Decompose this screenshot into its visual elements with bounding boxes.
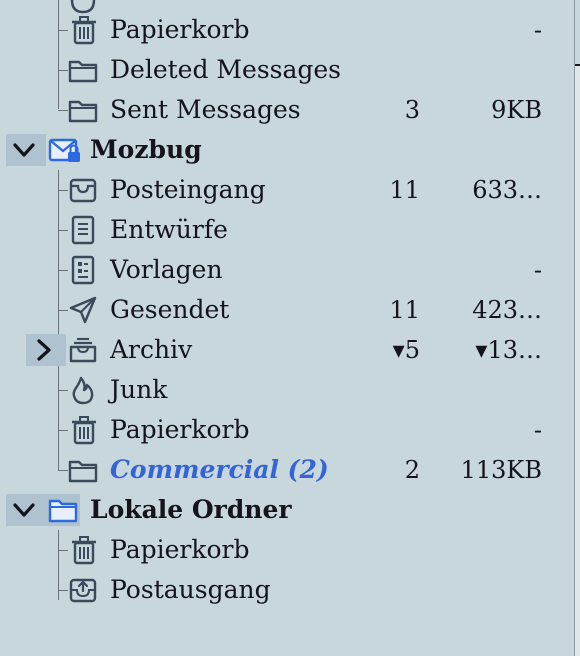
folder-row-postausgang[interactable]: Postausgang xyxy=(0,570,574,610)
folder-size: 423… xyxy=(472,296,542,324)
drafts-icon xyxy=(71,215,95,245)
folder-row-deleted-messages[interactable]: Deleted Messages xyxy=(0,50,574,90)
folder-row-commercial[interactable]: Commercial (2) 2 113KB xyxy=(0,450,574,490)
folder-row-gesendet[interactable]: Gesendet 11 423… xyxy=(0,290,574,330)
folder-pane: Papierkorb - Deleted Messages Sent Messa… xyxy=(0,0,574,656)
expand-toggle[interactable] xyxy=(26,334,66,366)
local-folders-icon xyxy=(48,499,78,523)
chevron-right-icon xyxy=(37,339,51,361)
folder-label: Gesendet xyxy=(110,295,230,324)
folder-label: Entwürfe xyxy=(110,215,228,244)
folder-label: Junk xyxy=(110,375,168,404)
folder-count: 2 xyxy=(404,456,420,484)
folder-size: ▾13… xyxy=(475,336,542,364)
folder-size: 633… xyxy=(472,176,542,204)
account-row-lokale-ordner[interactable]: Lokale Ordner xyxy=(0,490,574,530)
folder-label: Vorlagen xyxy=(110,255,223,284)
folder-size: - xyxy=(533,416,542,444)
folder-row-junk[interactable]: Junk xyxy=(0,370,574,410)
folder-count: 3 xyxy=(404,96,420,124)
folder-label: Commercial (2) xyxy=(110,455,329,484)
folder-size: 113KB xyxy=(460,456,542,484)
expand-toggle[interactable] xyxy=(6,494,46,526)
folder-row-papierkorb-1[interactable]: Papierkorb - xyxy=(0,10,574,50)
folder-row-posteingang[interactable]: Posteingang 11 633… xyxy=(0,170,574,210)
folder-icon xyxy=(68,60,98,83)
account-label: Mozbug xyxy=(90,135,202,164)
trash-icon xyxy=(72,536,96,565)
junk-icon xyxy=(72,376,94,405)
folder-row-sent-messages[interactable]: Sent Messages 3 9KB xyxy=(0,90,574,130)
folder-row-papierkorb-2[interactable]: Papierkorb - xyxy=(0,410,574,450)
folder-icon xyxy=(68,460,98,483)
trash-icon xyxy=(72,416,96,445)
account-row-mozbug[interactable]: Mozbug xyxy=(0,130,574,170)
folder-label: Deleted Messages xyxy=(110,55,342,84)
inbox-icon xyxy=(69,178,97,203)
folder-row-entwuerfe[interactable]: Entwürfe xyxy=(0,210,574,250)
folder-count: ▾5 xyxy=(392,336,420,364)
folder-label: Postausgang xyxy=(110,575,271,604)
mail-account-icon xyxy=(48,138,80,162)
folder-label: Archiv xyxy=(110,335,193,364)
folder-label: Posteingang xyxy=(110,175,266,204)
folder-label: Papierkorb xyxy=(110,415,250,444)
folder-label: Sent Messages xyxy=(110,95,301,124)
folder-row-papierkorb-3[interactable]: Papierkorb xyxy=(0,530,574,570)
templates-icon xyxy=(71,255,95,285)
chevron-down-icon xyxy=(13,503,35,517)
archive-icon xyxy=(69,337,97,363)
folder-count: 11 xyxy=(389,296,420,324)
expand-toggle[interactable] xyxy=(6,134,46,166)
trash-icon xyxy=(72,16,96,45)
sent-icon xyxy=(69,296,97,324)
folder-label: Papierkorb xyxy=(110,15,250,44)
chevron-down-icon xyxy=(13,143,35,157)
folder-count: 11 xyxy=(389,176,420,204)
folder-icon xyxy=(68,100,98,123)
adjacent-pane xyxy=(575,66,580,656)
folder-size: - xyxy=(533,256,542,284)
folder-row-archiv[interactable]: Archiv ▾5 ▾13… xyxy=(0,330,574,370)
account-label: Lokale Ordner xyxy=(90,495,292,524)
outbox-icon xyxy=(69,578,97,603)
folder-label: Papierkorb xyxy=(110,535,250,564)
folder-size: 9KB xyxy=(491,96,542,124)
folder-row-vorlagen[interactable]: Vorlagen - xyxy=(0,250,574,290)
folder-size: - xyxy=(533,16,542,44)
